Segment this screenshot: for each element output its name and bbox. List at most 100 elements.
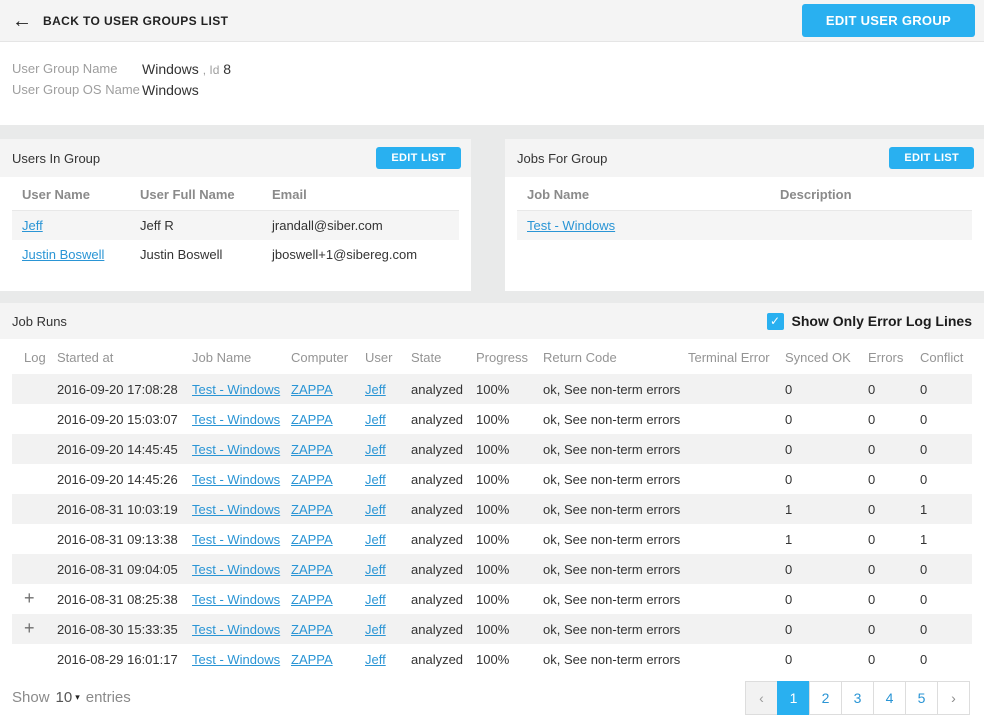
run-user-link[interactable]: Jeff — [365, 472, 386, 487]
run-state: analyzed — [411, 591, 464, 607]
run-synced-ok: 0 — [785, 621, 793, 637]
show-entries-control: Show 10 ▾ entries — [12, 689, 131, 706]
pagination-page[interactable]: 4 — [873, 680, 906, 715]
group-os-label: User Group OS Name — [12, 82, 140, 97]
run-computer-link[interactable]: ZAPPA — [291, 442, 333, 457]
run-return-code: ok, See non-term errors — [543, 621, 681, 637]
run-state: analyzed — [411, 441, 464, 457]
run-job-name-link[interactable]: Test - Windows — [192, 442, 280, 457]
group-name-label: User Group Name — [12, 61, 118, 76]
pagination-page[interactable]: 1 — [777, 680, 810, 715]
run-state: analyzed — [411, 621, 464, 637]
run-job-name-link[interactable]: Test - Windows — [192, 532, 280, 547]
run-started-at: 2016-08-31 08:25:38 — [57, 591, 178, 607]
back-label: BACK TO USER GROUPS LIST — [43, 13, 229, 28]
jobs-edit-list-button[interactable]: EDIT LIST — [889, 147, 974, 169]
run-state: analyzed — [411, 471, 464, 487]
run-synced-ok: 0 — [785, 651, 793, 667]
run-user-link[interactable]: Jeff — [365, 652, 386, 667]
run-errors: 0 — [868, 501, 876, 517]
run-return-code: ok, See non-term errors — [543, 651, 681, 667]
user-name-link[interactable]: Jeff — [22, 218, 43, 233]
run-user-link[interactable]: Jeff — [365, 562, 386, 577]
users-edit-list-button[interactable]: EDIT LIST — [376, 147, 461, 169]
run-job-name-link[interactable]: Test - Windows — [192, 382, 280, 397]
pagination-page[interactable]: ‹ — [745, 680, 778, 715]
run-conflict: 0 — [920, 651, 928, 667]
entries-per-page-select[interactable]: 10 ▾ — [56, 689, 80, 706]
back-to-user-groups-link[interactable]: ← BACK TO USER GROUPS LIST — [12, 11, 228, 31]
pagination-page[interactable]: 3 — [841, 680, 874, 715]
run-errors: 0 — [868, 561, 876, 577]
run-started-at: 2016-09-20 15:03:07 — [57, 411, 178, 427]
jobs-col-job-name: Job Name — [517, 177, 770, 211]
job-name-link[interactable]: Test - Windows — [527, 218, 615, 233]
run-job-name-link[interactable]: Test - Windows — [192, 562, 280, 577]
job-run-row: + 2016-09-20 14:45:26 Test - Windows ZAP… — [12, 464, 972, 494]
run-started-at: 2016-08-30 15:33:35 — [57, 621, 178, 637]
run-errors: 0 — [868, 381, 876, 397]
pagination-page[interactable]: › — [937, 680, 970, 715]
run-progress: 100% — [476, 441, 510, 457]
users-col-full-name: User Full Name — [130, 177, 262, 211]
expand-log-icon[interactable]: + — [24, 619, 35, 637]
run-conflict: 0 — [920, 411, 928, 427]
run-job-name-link[interactable]: Test - Windows — [192, 592, 280, 607]
user-name-link[interactable]: Justin Boswell — [22, 247, 104, 262]
pagination-page[interactable]: 5 — [905, 680, 938, 715]
show-only-error-log-lines-filter[interactable]: ✓ Show Only Error Log Lines — [766, 312, 972, 330]
run-synced-ok: 1 — [785, 531, 793, 547]
job-run-row: + 2016-09-20 17:08:28 Test - Windows ZAP… — [12, 374, 972, 404]
run-computer-link[interactable]: ZAPPA — [291, 532, 333, 547]
run-errors: 0 — [868, 471, 876, 487]
run-user-link[interactable]: Jeff — [365, 622, 386, 637]
user-full-name: Justin Boswell — [140, 247, 223, 262]
runs-col-terminal-error: Terminal Error — [688, 350, 770, 365]
users-col-user-name: User Name — [12, 177, 130, 211]
run-user-link[interactable]: Jeff — [365, 442, 386, 457]
entries-value: 10 — [55, 689, 73, 706]
pagination-page[interactable]: 2 — [809, 680, 842, 715]
run-user-link[interactable]: Jeff — [365, 532, 386, 547]
runs-col-state: State — [411, 350, 442, 365]
users-panel-body: User Name User Full Name Email Jeff Jeff… — [0, 177, 471, 291]
edit-user-group-button[interactable]: EDIT USER GROUP — [801, 4, 975, 37]
expand-log-icon[interactable]: + — [24, 589, 35, 607]
run-state: analyzed — [411, 411, 464, 427]
run-computer-link[interactable]: ZAPPA — [291, 592, 333, 607]
run-job-name-link[interactable]: Test - Windows — [192, 622, 280, 637]
back-arrow-icon: ← — [12, 9, 32, 32]
group-name-value: Windows , Id 8 — [142, 59, 231, 80]
run-return-code: ok, See non-term errors — [543, 591, 681, 607]
run-started-at: 2016-09-20 17:08:28 — [57, 381, 178, 397]
run-errors: 0 — [868, 651, 876, 667]
user-email: jboswell+1@sibereg.com — [272, 247, 418, 262]
run-terminal-error — [676, 494, 773, 524]
run-return-code: ok, See non-term errors — [543, 381, 681, 397]
run-started-at: 2016-09-20 14:45:26 — [57, 471, 178, 487]
run-state: analyzed — [411, 381, 464, 397]
run-computer-link[interactable]: ZAPPA — [291, 562, 333, 577]
run-job-name-link[interactable]: Test - Windows — [192, 502, 280, 517]
run-conflict: 1 — [920, 501, 928, 517]
run-computer-link[interactable]: ZAPPA — [291, 502, 333, 517]
job-description — [770, 211, 972, 241]
runs-col-computer: Computer — [291, 350, 349, 365]
run-job-name-link[interactable]: Test - Windows — [192, 412, 280, 427]
run-job-name-link[interactable]: Test - Windows — [192, 472, 280, 487]
run-computer-link[interactable]: ZAPPA — [291, 412, 333, 427]
jobs-panel-header: Jobs For Group EDIT LIST — [505, 139, 984, 177]
run-terminal-error — [676, 404, 773, 434]
checkbox-checked-icon[interactable]: ✓ — [766, 312, 784, 330]
run-user-link[interactable]: Jeff — [365, 382, 386, 397]
run-computer-link[interactable]: ZAPPA — [291, 622, 333, 637]
run-computer-link[interactable]: ZAPPA — [291, 472, 333, 487]
run-job-name-link[interactable]: Test - Windows — [192, 652, 280, 667]
run-progress: 100% — [476, 561, 510, 577]
run-computer-link[interactable]: ZAPPA — [291, 652, 333, 667]
run-user-link[interactable]: Jeff — [365, 592, 386, 607]
group-info-section: User Group Name Windows , Id 8 User Grou… — [0, 42, 984, 125]
run-computer-link[interactable]: ZAPPA — [291, 382, 333, 397]
run-user-link[interactable]: Jeff — [365, 502, 386, 517]
run-user-link[interactable]: Jeff — [365, 412, 386, 427]
